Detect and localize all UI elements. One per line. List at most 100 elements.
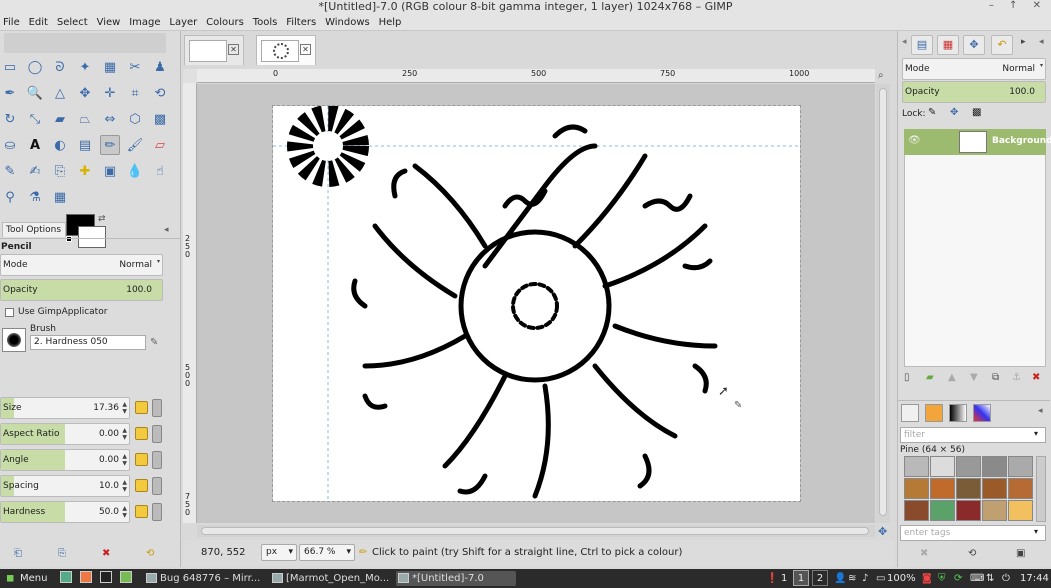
horizontal-scrollbar[interactable] [197, 525, 875, 537]
tab-tool-options[interactable]: Tool Options [2, 222, 66, 237]
delete-layer-icon[interactable]: ✖ [1032, 372, 1040, 383]
reset-options-icon[interactable]: ⟲ [146, 548, 154, 559]
unified-transform-icon[interactable]: ⟲ [150, 83, 170, 103]
task-marmot[interactable]: [Marmot_Open_Mo... [270, 571, 390, 586]
tab-channels[interactable]: ▦ [937, 35, 959, 55]
use-applicator-checkbox[interactable] [5, 308, 14, 317]
spinner-arrows-icon[interactable]: ▲ ▼ [122, 401, 127, 415]
zoom-select[interactable]: 66.7 % ▾ [299, 544, 355, 561]
menu-filters[interactable]: Filters [283, 14, 319, 31]
vertical-ruler[interactable]: 2 5 0 5 0 0 7 5 0 [183, 83, 197, 523]
start-menu-button[interactable]: Menu [20, 569, 47, 588]
airbrush-icon[interactable]: ✎ [0, 161, 20, 181]
user-icon[interactable]: 👤 [834, 569, 846, 588]
layer-name[interactable]: Background [992, 136, 1051, 146]
rotate-icon[interactable]: ↻ [0, 109, 20, 129]
info-icon[interactable]: ❗ [766, 569, 778, 588]
clone-icon[interactable]: ⎘ [50, 161, 70, 181]
menu-edit[interactable]: Edit [26, 14, 51, 31]
swap-colors-icon[interactable]: ⇄ [98, 214, 106, 224]
tab-image-1[interactable]: ✕ [184, 35, 244, 65]
task-bug-648776[interactable]: Bug 648776 – Mirr... [144, 571, 264, 586]
pattern-swatch[interactable] [956, 478, 981, 499]
lock-pixels-icon[interactable]: ✎ [928, 107, 936, 118]
link-dynamics-icon[interactable] [135, 401, 148, 414]
image-canvas[interactable] [272, 105, 801, 502]
pattern-swatch[interactable] [904, 456, 929, 477]
power-icon[interactable]: ⏻ [1002, 569, 1010, 588]
flip-icon[interactable]: ⇔ [100, 109, 120, 129]
firefox-icon[interactable] [80, 571, 92, 583]
ink-icon[interactable]: ✍ [25, 161, 45, 181]
restore-options-icon[interactable]: ⎘ [58, 548, 66, 559]
zoom-icon[interactable]: 🔍 [25, 83, 45, 103]
brush-filter-input[interactable]: filter [900, 427, 1046, 443]
dock-menu-icon[interactable]: ◂ [1038, 406, 1043, 416]
duplicate-layer-icon[interactable]: ⧉ [992, 372, 999, 383]
anchor-layer-icon[interactable]: ⚓ [1012, 372, 1021, 383]
slider-hardness[interactable]: Hardness 50.0 ▲ ▼ [0, 501, 130, 523]
lock-position-icon[interactable]: ✥ [950, 107, 958, 118]
measure-icon[interactable]: △ [50, 83, 70, 103]
tab-paths[interactable]: ✥ [963, 35, 985, 55]
brush-preview[interactable] [2, 328, 26, 352]
fuzzy-select-icon[interactable]: ✦ [75, 57, 95, 77]
close-icon[interactable]: ✕ [300, 44, 311, 55]
spinner-arrows-icon[interactable]: ▲ ▼ [122, 427, 127, 441]
tab-image-untitled[interactable]: ✕ [256, 35, 316, 65]
layers-list[interactable] [904, 129, 1046, 367]
gradient-icon[interactable]: ▤ [75, 135, 95, 155]
tab-brushes[interactable] [901, 404, 919, 422]
align-icon[interactable]: ✛ [100, 83, 120, 103]
clock[interactable]: 17:44 [1020, 569, 1049, 588]
bucket-fill-icon[interactable]: ⛀ [0, 135, 20, 155]
tab-gradients[interactable] [949, 404, 967, 422]
delete-pattern-icon[interactable]: ✖ [920, 548, 928, 559]
menu-windows[interactable]: Windows [322, 14, 373, 31]
free-select-icon[interactable]: ᘐ [50, 57, 70, 77]
pattern-swatch[interactable] [930, 478, 955, 499]
default-colors-icon[interactable] [66, 236, 72, 242]
reset-slider-icon[interactable] [152, 425, 162, 443]
reset-slider-icon[interactable] [152, 477, 162, 495]
link-dynamics-icon[interactable] [135, 427, 148, 440]
network-icon[interactable]: ⇅ [986, 569, 994, 588]
workspace-1a[interactable]: 1 [781, 569, 787, 588]
terminal-icon[interactable] [100, 571, 112, 583]
reset-slider-icon[interactable] [152, 399, 162, 417]
slider-aspect-ratio[interactable]: Aspect Ratio 0.00 ▲ ▼ [0, 423, 130, 445]
text-tool-icon[interactable]: A [25, 135, 45, 155]
link-dynamics-icon[interactable] [135, 505, 148, 518]
new-layer-icon[interactable]: ▯ [904, 372, 910, 383]
tab-palettes[interactable] [973, 404, 991, 422]
delete-options-icon[interactable]: ✖ [102, 548, 110, 559]
shear-icon[interactable]: ▰ [50, 109, 70, 129]
menu-select[interactable]: Select [54, 14, 91, 31]
refresh-icon[interactable]: ⟲ [968, 548, 976, 559]
background-color-swatch[interactable] [78, 226, 106, 248]
opacity-slider[interactable]: Opacity 100.0 [0, 279, 163, 301]
window-controls[interactable]: – ↑ ✕ [989, 0, 1047, 11]
pattern-swatch[interactable] [1008, 456, 1033, 477]
folder-icon[interactable] [120, 571, 132, 583]
menu-file[interactable]: File [0, 14, 23, 31]
pattern-swatch[interactable] [982, 478, 1007, 499]
pattern-swatch[interactable] [904, 478, 929, 499]
rect-select-icon[interactable]: ▭ [0, 57, 20, 77]
close-icon[interactable]: ✕ [228, 44, 239, 55]
warp-transform-icon[interactable]: ▩ [150, 109, 170, 129]
scissors-select-icon[interactable]: ✂ [125, 57, 145, 77]
pattern-swatch[interactable] [1008, 500, 1033, 521]
navigate-icon[interactable]: ✥ [878, 525, 887, 538]
vertical-scrollbar[interactable] [876, 84, 890, 523]
foreground-select-icon[interactable]: ♟ [150, 57, 170, 77]
dodge-burn-icon[interactable]: ⚲ [0, 187, 20, 207]
wilber-drop-area[interactable] [4, 33, 166, 53]
cage-transform-icon[interactable]: ⬡ [125, 109, 145, 129]
layer-opacity-slider[interactable]: Opacity 100.0 [902, 81, 1046, 103]
lower-layer-icon[interactable]: ▼ [970, 372, 978, 383]
zoom-fit-icon[interactable]: ⌕ [878, 70, 884, 81]
shield-icon[interactable]: ⛨ [938, 569, 946, 588]
pattern-swatch[interactable] [982, 500, 1007, 521]
blur-icon[interactable]: 💧 [125, 161, 145, 181]
